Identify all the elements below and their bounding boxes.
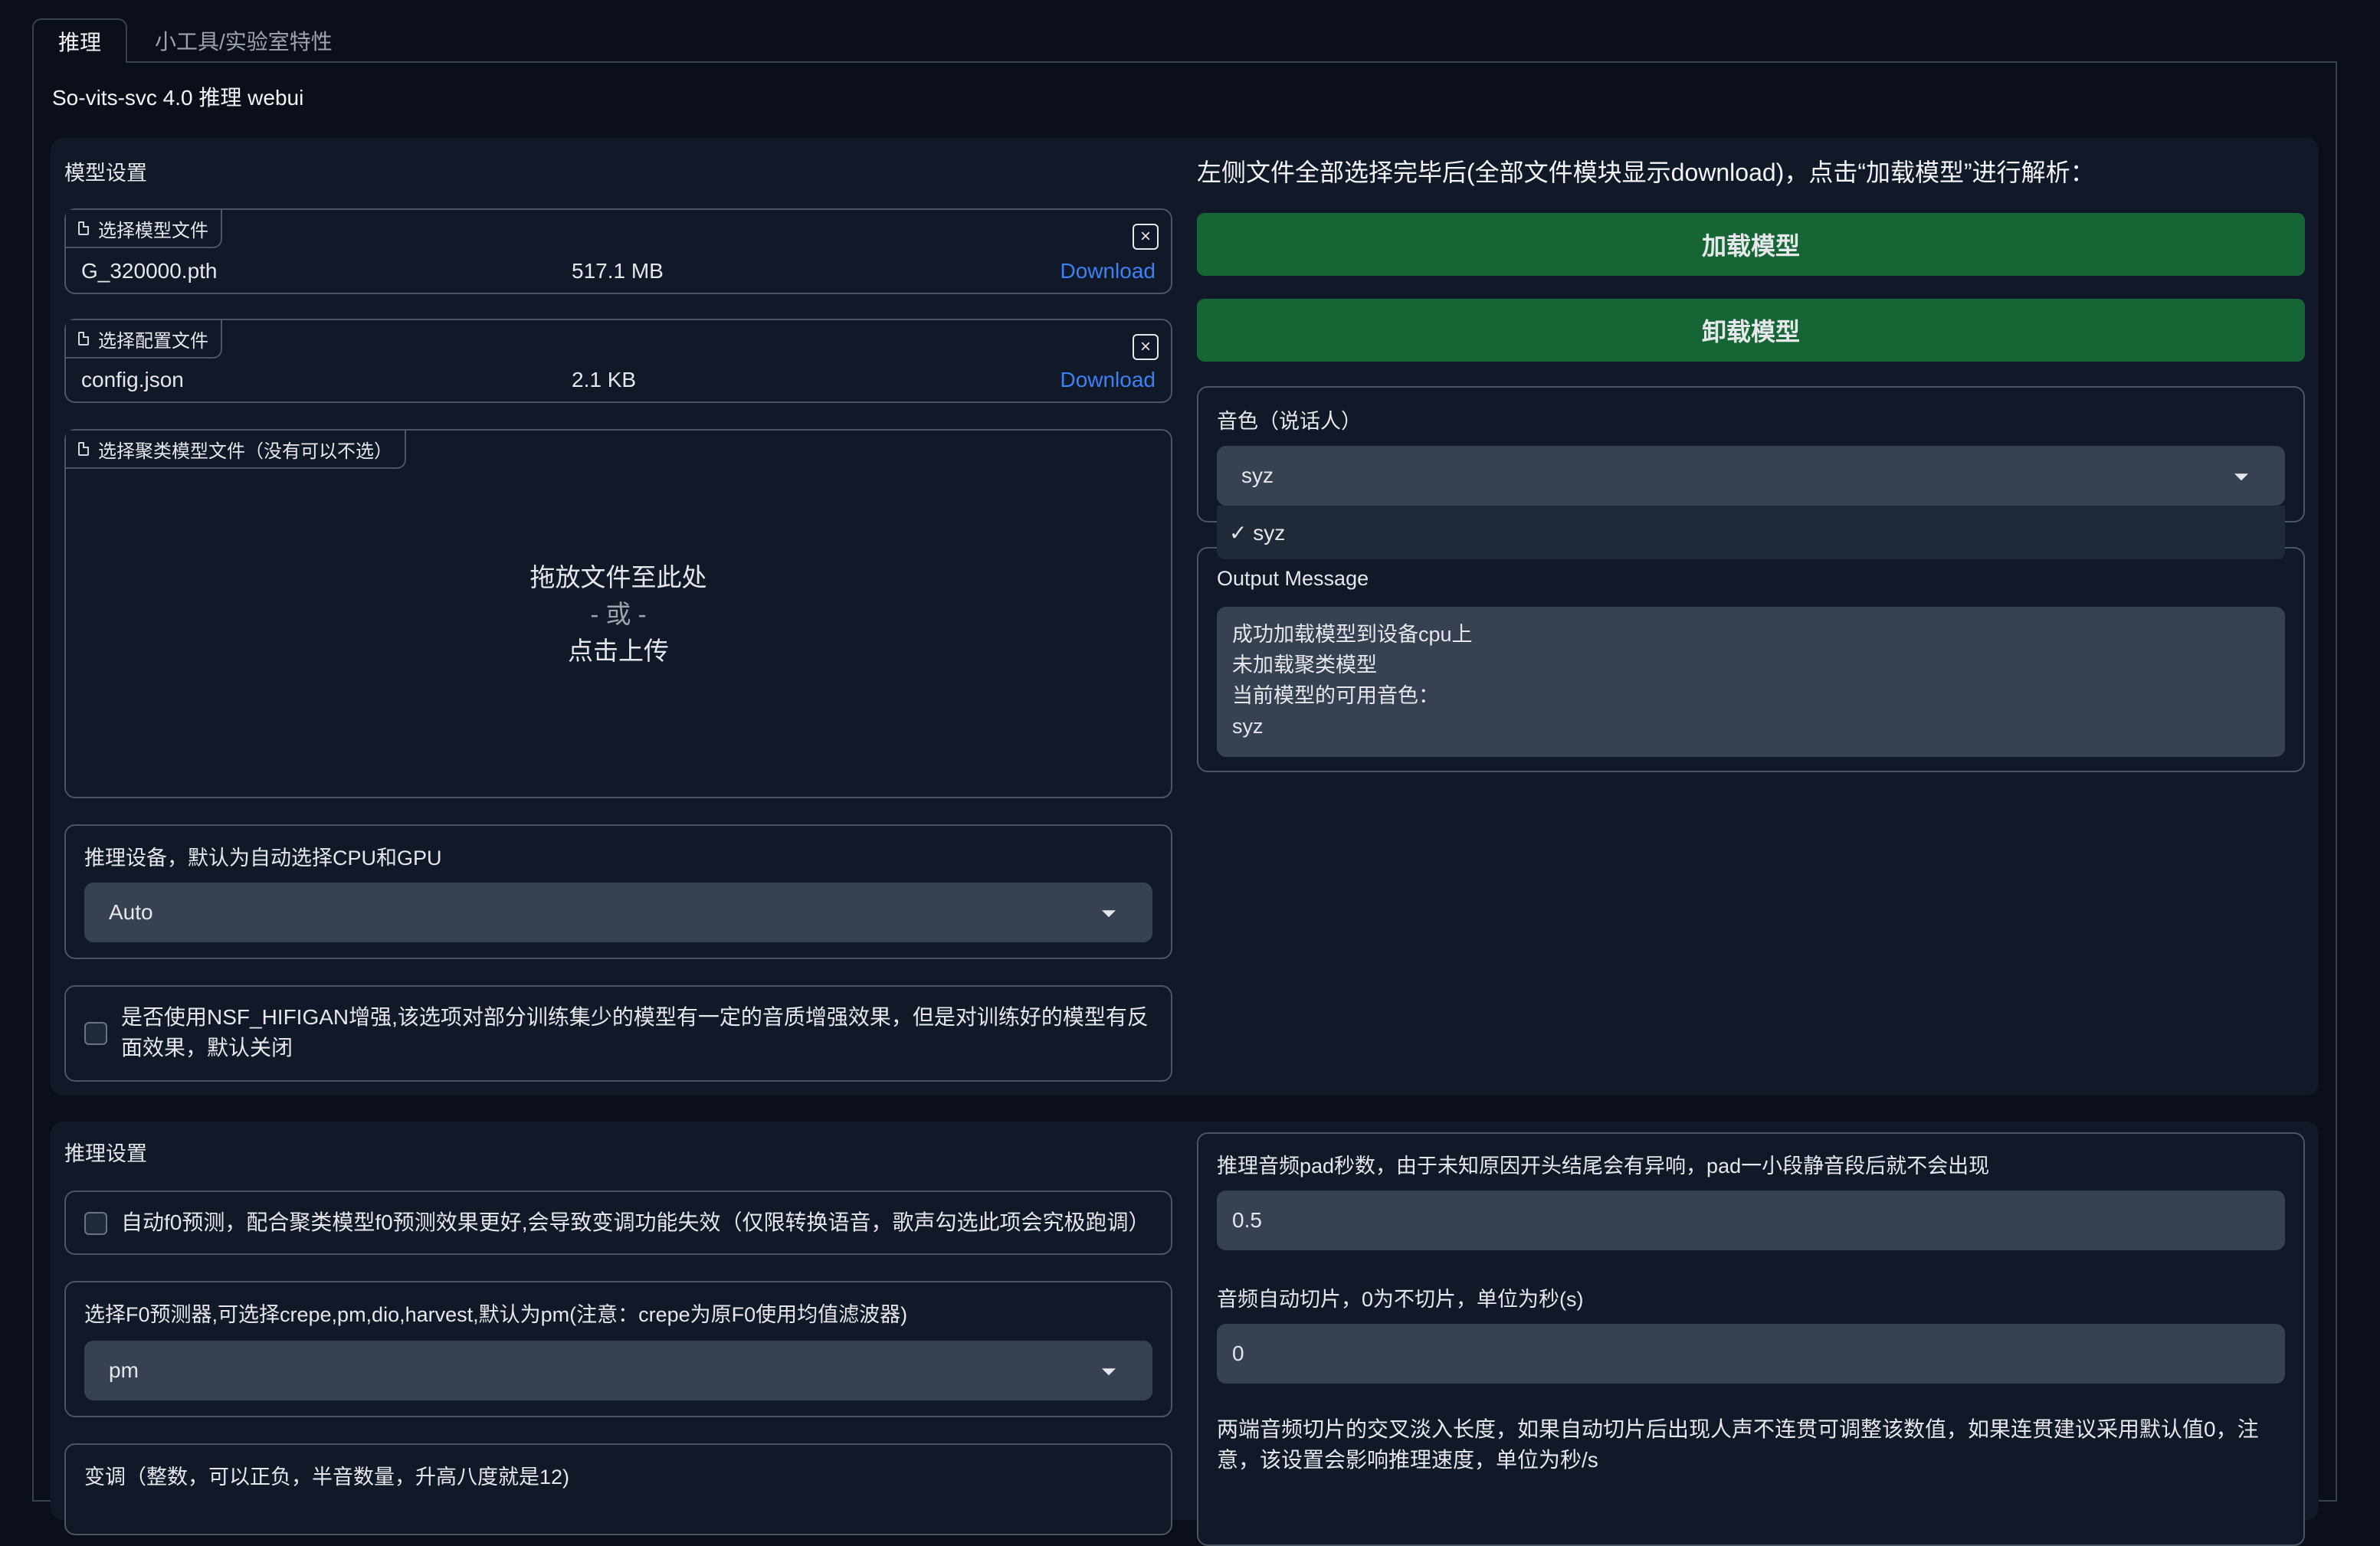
- auto-f0-checkbox[interactable]: [84, 1212, 107, 1235]
- speaker-label: 音色（说话人）: [1217, 410, 1362, 433]
- pad-label: 推理音频pad秒数，由于未知原因开头结尾会有异响，pad一小段静音段后就不会出现: [1217, 1155, 1990, 1178]
- device-select-block: 推理设备，默认为自动选择CPU和GPU Auto: [64, 824, 1172, 959]
- load-instruction: 左侧文件全部选择完毕后(全部文件模块显示download)，点击“加载模型”进行…: [1197, 159, 2095, 186]
- slice-label: 音频自动切片，0为不切片，单位为秒(s): [1217, 1288, 1584, 1311]
- output-message-block: Output Message 成功加载模型到设备cpu上 未加载聚类模型 当前模…: [1197, 547, 2305, 772]
- close-icon[interactable]: ×: [1133, 224, 1159, 250]
- nsf-option-block: 是否使用NSF_HIFIGAN增强,该选项对部分训练集少的模型有一定的音质增强效…: [64, 985, 1172, 1082]
- nsf-checkbox[interactable]: [84, 1022, 107, 1045]
- crossfade-label: 两端音频切片的交叉淡入长度，如果自动切片后出现人声不连贯可调整该数值，如果连贯建…: [1217, 1417, 2259, 1472]
- drop-text-line1: 拖放文件至此处: [529, 563, 707, 591]
- close-icon[interactable]: ×: [1133, 334, 1159, 360]
- output-message-label: Output Message: [1217, 567, 1369, 590]
- model-file-tag: 选择模型文件: [66, 210, 222, 248]
- transpose-block: 变调（整数，可以正负，半音数量，升高八度就是12): [64, 1443, 1172, 1535]
- chevron-down-icon: [1102, 910, 1116, 918]
- config-file-size: 2.1 KB: [572, 368, 637, 391]
- page-title: So-vits-svc 4.0 推理 webui: [52, 86, 304, 110]
- cluster-file-tag: 选择聚类模型文件（没有可以不选）: [66, 431, 406, 469]
- tab-inference[interactable]: 推理: [32, 18, 127, 63]
- chevron-down-icon: [1102, 1368, 1116, 1376]
- auto-f0-label: 自动f0预测，配合聚类模型f0预测效果更好,会导致变调功能失效（仅限转换语音，歌…: [121, 1210, 1150, 1234]
- transpose-label: 变调（整数，可以正负，半音数量，升高八度就是12): [84, 1466, 570, 1489]
- model-file-size: 517.1 MB: [572, 259, 664, 283]
- device-label: 推理设备，默认为自动选择CPU和GPU: [84, 847, 442, 870]
- model-file-tag-label: 选择模型文件: [98, 220, 208, 241]
- load-model-button[interactable]: 加载模型: [1197, 213, 2305, 276]
- auto-f0-block: 自动f0预测，配合聚类模型f0预测效果更好,会导致变调功能失效（仅限转换语音，歌…: [64, 1191, 1172, 1255]
- config-file-upload[interactable]: 选择配置文件 × config.json 2.1 KB Download: [64, 319, 1172, 403]
- f0-predictor-block: 选择F0预测器,可选择crepe,pm,dio,harvest,默认为pm(注意…: [64, 1281, 1172, 1417]
- slice-input[interactable]: 0: [1217, 1324, 2285, 1384]
- chevron-down-icon: [2234, 473, 2248, 481]
- inference-settings-heading: 推理设置: [64, 1142, 147, 1165]
- f0-predictor-dropdown[interactable]: pm: [84, 1341, 1152, 1400]
- config-file-tag: 选择配置文件: [66, 320, 222, 359]
- config-file-name: config.json: [81, 368, 184, 391]
- speaker-option-syz[interactable]: ✓ syz: [1217, 506, 2285, 559]
- model-file-download-link[interactable]: Download: [1060, 259, 1156, 283]
- tab-tools-lab[interactable]: 小工具/实验室特性: [130, 18, 357, 63]
- device-dropdown[interactable]: Auto: [84, 883, 1152, 942]
- output-message-textarea[interactable]: 成功加载模型到设备cpu上 未加载聚类模型 当前模型的可用音色： syz: [1217, 607, 2285, 757]
- pad-input[interactable]: 0.5: [1217, 1191, 2285, 1250]
- file-icon: [78, 221, 89, 235]
- speaker-select-block: 音色（说话人） syz: [1197, 386, 2305, 522]
- cluster-file-tag-label: 选择聚类模型文件（没有可以不选）: [98, 441, 392, 462]
- device-value: Auto: [109, 900, 153, 924]
- drop-text-line3: 点击上传: [568, 637, 669, 665]
- drop-text-or: - 或 -: [590, 600, 647, 628]
- nsf-label: 是否使用NSF_HIFIGAN增强,该选项对部分训练集少的模型有一定的音质增强效…: [121, 1005, 1149, 1060]
- config-file-download-link[interactable]: Download: [1060, 368, 1156, 392]
- model-file-upload[interactable]: 选择模型文件 × G_320000.pth 517.1 MB Download: [64, 208, 1172, 294]
- model-settings-heading: 模型设置: [64, 162, 147, 185]
- speaker-value: syz: [1241, 463, 1274, 487]
- unload-model-button[interactable]: 卸载模型: [1197, 299, 2305, 362]
- cluster-file-dropzone[interactable]: 选择聚类模型文件（没有可以不选） 拖放文件至此处 - 或 - 点击上传: [64, 429, 1172, 798]
- file-icon: [78, 332, 89, 346]
- f0-predictor-label: 选择F0预测器,可选择crepe,pm,dio,harvest,默认为pm(注意…: [84, 1303, 908, 1326]
- config-file-tag-label: 选择配置文件: [98, 330, 208, 352]
- f0-predictor-value: pm: [109, 1358, 139, 1382]
- audio-settings-block: 推理音频pad秒数，由于未知原因开头结尾会有异响，pad一小段静音段后就不会出现…: [1197, 1132, 2305, 1546]
- model-file-name: G_320000.pth: [81, 259, 218, 283]
- speaker-dropdown[interactable]: syz: [1217, 446, 2285, 506]
- file-icon: [78, 442, 89, 456]
